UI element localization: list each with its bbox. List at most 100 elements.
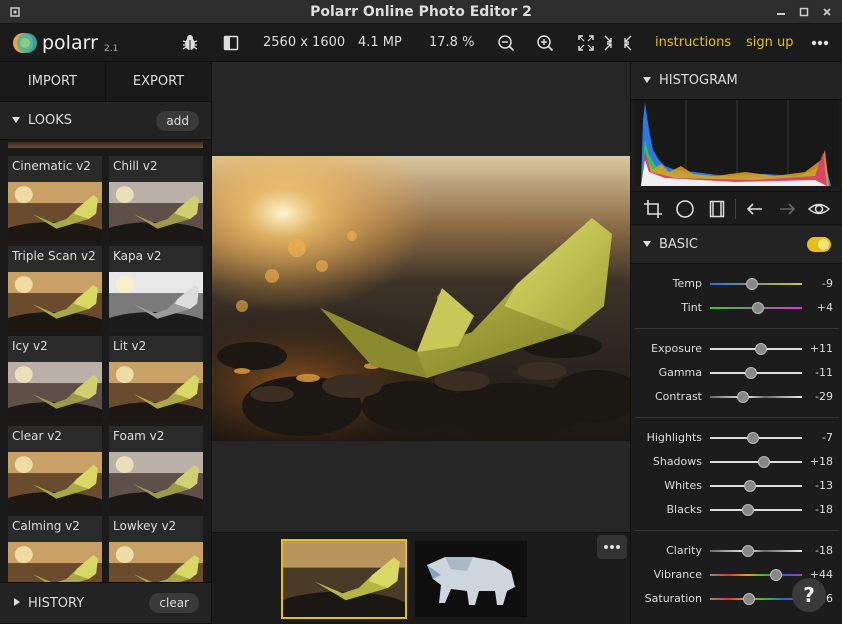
slider-contrast[interactable]: Contrast -29 [631,385,842,409]
look-name: Icy v2 [12,339,48,353]
slider-handle[interactable] [745,278,758,290]
slider-value: -13 [815,479,833,492]
look-thumbnail [109,542,203,582]
zoom-level: 17.8 % [429,35,475,50]
slider-value: -11 [815,366,833,379]
slider-value: +18 [809,455,833,468]
look-thumbnail [8,182,102,242]
look-item[interactable]: Clear v2 [8,426,102,512]
slider-handle[interactable] [755,343,768,355]
looks-header[interactable]: LOOKS add [0,102,211,140]
slider-label: Whites [664,479,702,492]
basic-sliders: Temp -9 Tint +4 Exposure +11 Gamma -11 Contrast -… [631,272,842,624]
look-item[interactable]: Calming v2 [8,516,102,582]
looks-scroll-edge [8,142,203,148]
slider-label: Temp [672,277,702,290]
slider-handle[interactable] [751,302,764,314]
toggle-knob [818,239,829,250]
slider-handle[interactable] [744,480,757,492]
look-name: Foam v2 [113,429,165,443]
slider-track[interactable] [710,550,802,552]
minimize-icon[interactable] [774,5,788,19]
slider-track[interactable] [710,396,802,398]
panel-toggle-icon[interactable] [221,33,241,53]
help-button[interactable]: ? [792,578,826,612]
look-item[interactable]: Kapa v2 [109,246,203,332]
basic-header[interactable]: BASIC [631,226,842,264]
slider-value: +11 [809,342,833,355]
slider-handle[interactable] [746,432,759,444]
slider-handle[interactable] [744,367,757,379]
slider-handle[interactable] [741,545,754,557]
clear-history-button[interactable]: clear [149,593,199,613]
close-icon[interactable] [820,5,834,19]
slider-handle[interactable] [758,456,771,468]
look-item[interactable]: Chill v2 [109,156,203,242]
slider-whites[interactable]: Whites -13 [631,474,842,498]
slider-gamma[interactable]: Gamma -11 [631,361,842,385]
look-item[interactable]: Triple Scan v2 [8,246,102,332]
look-item[interactable]: Cinematic v2 [8,156,102,242]
logo-text: polarr [42,32,98,54]
slider-value: -18 [815,544,833,557]
slider-track[interactable] [710,574,802,576]
filmstrip-thumbnail-selected[interactable] [281,539,407,619]
gradient-mask-icon[interactable] [707,199,727,223]
undo-icon[interactable] [745,199,765,223]
look-name: Cinematic v2 [12,159,91,173]
slider-group-divider [635,530,839,531]
fit-screen-icon[interactable] [576,33,596,53]
add-look-button[interactable]: add [156,111,199,131]
bug-report-icon[interactable] [180,33,200,53]
slider-handle[interactable] [742,593,755,605]
filmstrip-more-icon[interactable] [597,535,627,559]
history-header[interactable]: HISTORY clear [0,582,211,624]
slider-value: -29 [815,390,833,403]
slider-label: Shadows [652,455,702,468]
maximize-icon[interactable] [797,5,811,19]
export-button[interactable]: EXPORT [106,62,211,102]
slider-temp[interactable]: Temp -9 [631,272,842,296]
look-item[interactable]: Foam v2 [109,426,203,512]
slider-handle[interactable] [770,569,783,581]
crop-icon[interactable] [643,199,663,223]
slider-shadows[interactable]: Shadows +18 [631,450,842,474]
look-item[interactable]: Lit v2 [109,336,203,422]
filmstrip [212,532,630,624]
slider-clarity[interactable]: Clarity -18 [631,539,842,563]
zoom-in-icon[interactable] [535,33,555,53]
preview-eye-icon[interactable] [807,199,831,223]
import-button[interactable]: IMPORT [0,62,106,102]
slider-label: Exposure [651,342,702,355]
image-dimensions: 2560 x 1600 [263,35,346,50]
polarr-logo-icon [12,31,38,55]
histogram-header[interactable]: HISTOGRAM [631,62,842,100]
slider-highlights[interactable]: Highlights -7 [631,426,842,450]
image-megapixels: 4.1 MP [358,35,402,50]
radial-mask-icon[interactable] [675,199,695,223]
look-item[interactable]: Icy v2 [8,336,102,422]
slider-track[interactable] [710,461,802,463]
photo-canvas[interactable] [212,62,630,532]
slider-tint[interactable]: Tint +4 [631,296,842,320]
slider-handle[interactable] [736,391,749,403]
slider-exposure[interactable]: Exposure +11 [631,337,842,361]
redo-icon[interactable] [777,199,797,223]
slider-label: Tint [681,301,702,314]
filmstrip-thumbnail[interactable] [415,541,527,617]
look-item[interactable]: Lowkey v2 [109,516,203,582]
zoom-out-icon[interactable] [496,33,516,53]
more-options-icon[interactable] [810,33,830,53]
slider-label: Clarity [666,544,702,557]
slider-group-divider [635,328,839,329]
instructions-link[interactable]: instructions [655,24,731,62]
slider-label: Gamma [658,366,702,379]
sign-up-link[interactable]: sign up [746,24,794,62]
basic-toggle[interactable] [807,237,831,252]
slider-label: Blacks [666,503,703,516]
slider-track[interactable] [710,598,802,600]
slider-track[interactable] [710,509,802,511]
slider-handle[interactable] [741,504,754,516]
fullscreen-icon[interactable] [603,33,633,53]
slider-blacks[interactable]: Blacks -18 [631,498,842,522]
